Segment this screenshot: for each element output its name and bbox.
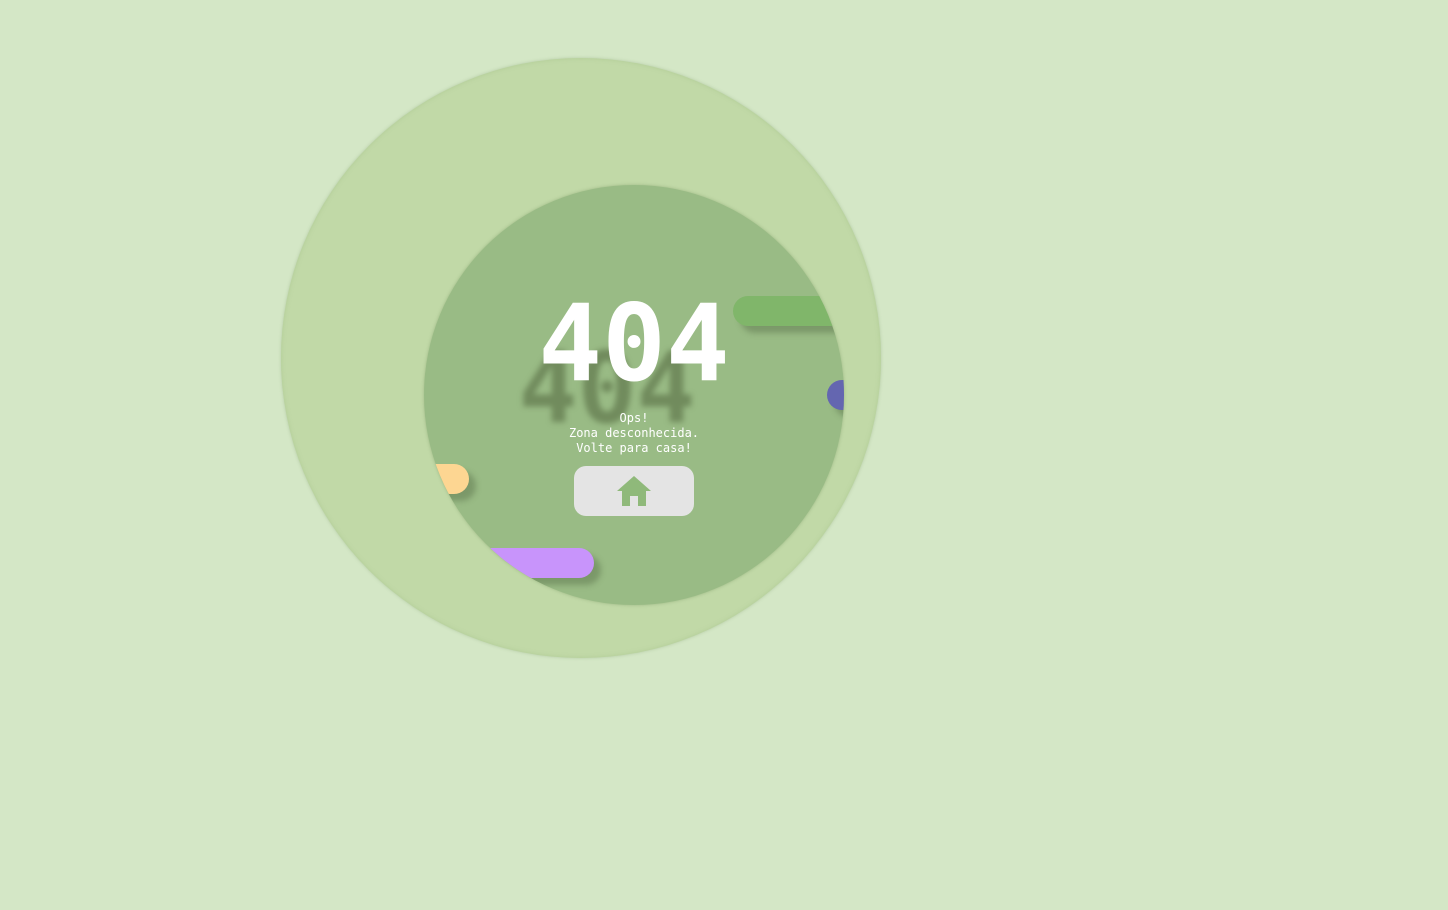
error-message-line: Zona desconhecida. bbox=[568, 426, 700, 440]
error-message-line: Ops! bbox=[619, 411, 649, 425]
home-button[interactable] bbox=[574, 466, 694, 516]
error-message: Ops! Zona desconhecida. Volte para casa! bbox=[424, 411, 844, 456]
error-content: 404 404 Ops! Zona desconhecida. Volte pa… bbox=[424, 185, 844, 605]
error-message-line: Volte para casa! bbox=[576, 441, 692, 455]
error-code: 404 bbox=[538, 282, 730, 405]
home-icon bbox=[617, 476, 651, 506]
